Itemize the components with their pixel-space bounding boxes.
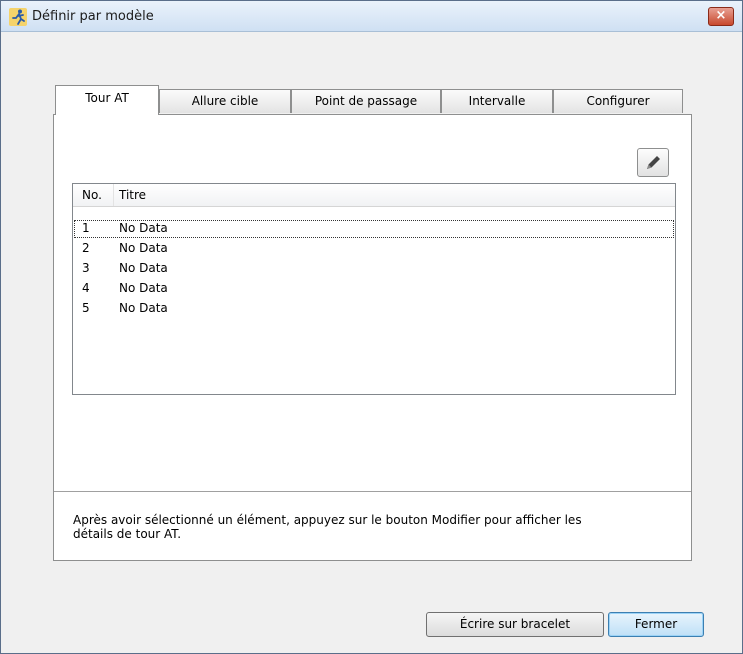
list-item[interactable]: 2 No Data	[73, 239, 675, 259]
template-list[interactable]: No. Titre 1 No Data 2 No Data 3 No Data …	[72, 183, 676, 395]
hint-line-2: détails de tour AT.	[73, 527, 182, 541]
row-number: 5	[82, 301, 90, 315]
row-title: No Data	[119, 261, 168, 275]
hint-text: Après avoir sélectionné un élément, appu…	[73, 513, 673, 541]
row-title: No Data	[119, 241, 168, 255]
tab-intervalle[interactable]: Intervalle	[441, 89, 553, 113]
pencil-icon	[647, 156, 660, 169]
list-item[interactable]: 5 No Data	[73, 299, 675, 319]
runner-icon	[9, 8, 27, 26]
column-header-no[interactable]: No.	[82, 188, 102, 202]
tab-label: Point de passage	[314, 94, 418, 108]
row-title: No Data	[119, 221, 168, 235]
tab-tour-at[interactable]: Tour AT	[55, 85, 159, 115]
close-button[interactable]: Fermer	[608, 612, 704, 637]
dialog-window: Définir par modèle × Tour AT Allure cibl…	[0, 0, 743, 654]
tab-allure-cible[interactable]: Allure cible	[159, 89, 291, 113]
tab-label: Configurer	[586, 94, 650, 108]
close-icon: ×	[715, 8, 727, 23]
row-number: 3	[82, 261, 90, 275]
row-title: No Data	[119, 281, 168, 295]
tab-label: Intervalle	[468, 94, 526, 108]
row-number: 1	[82, 221, 90, 235]
tab-label: Allure cible	[191, 94, 259, 108]
list-item[interactable]: 3 No Data	[73, 259, 675, 279]
tab-panel-tour-at: No. Titre 1 No Data 2 No Data 3 No Data …	[53, 114, 692, 561]
list-header: No. Titre	[73, 184, 675, 207]
column-header-titre[interactable]: Titre	[119, 188, 146, 202]
edit-button[interactable]	[637, 148, 669, 177]
title-bar[interactable]: Définir par modèle ×	[1, 1, 742, 32]
row-number: 2	[82, 241, 90, 255]
panel-divider	[54, 491, 691, 492]
window-title: Définir par modèle	[32, 9, 154, 24]
row-title: No Data	[119, 301, 168, 315]
list-item[interactable]: 4 No Data	[73, 279, 675, 299]
tab-point-de-passage[interactable]: Point de passage	[291, 89, 441, 113]
column-divider[interactable]	[113, 184, 114, 206]
list-item[interactable]: 1 No Data	[73, 219, 675, 239]
write-to-bracelet-button[interactable]: Écrire sur bracelet	[426, 612, 604, 637]
row-number: 4	[82, 281, 90, 295]
tab-configurer[interactable]: Configurer	[553, 89, 683, 113]
close-window-button[interactable]: ×	[708, 7, 734, 26]
hint-line-1: Après avoir sélectionné un élément, appu…	[73, 513, 582, 527]
tab-label: Tour AT	[85, 91, 129, 105]
